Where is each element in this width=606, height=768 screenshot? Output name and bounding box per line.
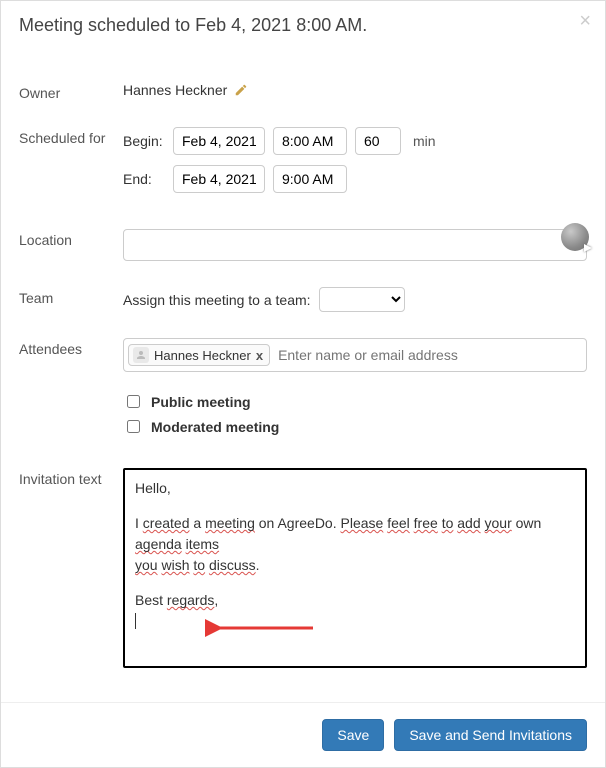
end-label: End:	[123, 171, 165, 187]
attendees-label: Attendees	[19, 338, 123, 357]
end-time-input[interactable]	[273, 165, 347, 193]
close-icon[interactable]: ×	[579, 11, 591, 31]
attendees-field[interactable]: Hannes Heckner x	[123, 338, 587, 372]
invitation-label: Invitation text	[19, 468, 123, 487]
location-input[interactable]	[123, 229, 587, 261]
moderated-meeting-checkbox[interactable]	[127, 420, 140, 433]
invitation-row: Invitation text Hello, I created a meeti…	[19, 468, 587, 668]
dialog-header: Meeting scheduled to Feb 4, 2021 8:00 AM…	[1, 1, 605, 56]
begin-time-input[interactable]	[273, 127, 347, 155]
edit-owner-icon[interactable]	[233, 82, 249, 98]
meeting-dialog: Meeting scheduled to Feb 4, 2021 8:00 AM…	[0, 0, 606, 768]
public-meeting-option[interactable]: Public meeting	[123, 392, 587, 411]
dialog-body: Owner Hannes Heckner Scheduled for Begin…	[1, 56, 605, 702]
dialog-footer: Save Save and Send Invitations	[1, 702, 605, 767]
attendee-chip-name: Hannes Heckner	[154, 348, 251, 363]
owner-row: Owner Hannes Heckner	[19, 82, 587, 101]
invitation-textarea[interactable]: Hello, I created a meeting on AgreeDo. P…	[123, 468, 587, 668]
owner-name: Hannes Heckner	[123, 82, 227, 98]
scheduled-label: Scheduled for	[19, 127, 123, 146]
save-send-button[interactable]: Save and Send Invitations	[394, 719, 587, 751]
text-caret	[135, 613, 136, 629]
moderated-meeting-label: Moderated meeting	[151, 419, 279, 435]
owner-label: Owner	[19, 82, 123, 101]
team-select[interactable]	[319, 287, 405, 312]
remove-attendee-icon[interactable]: x	[256, 348, 263, 363]
attendee-input[interactable]	[274, 343, 582, 367]
duration-input[interactable]	[355, 127, 401, 155]
end-date-input[interactable]	[173, 165, 265, 193]
person-icon	[133, 347, 149, 363]
public-meeting-label: Public meeting	[151, 394, 251, 410]
min-label: min	[413, 133, 436, 149]
options-row: Public meeting Moderated meeting	[19, 392, 587, 442]
location-label: Location	[19, 229, 123, 248]
begin-label: Begin:	[123, 133, 165, 149]
attendees-row: Attendees Hannes Heckner x	[19, 338, 587, 372]
team-label: Team	[19, 287, 123, 306]
begin-date-input[interactable]	[173, 127, 265, 155]
public-meeting-checkbox[interactable]	[127, 395, 140, 408]
save-button[interactable]: Save	[322, 719, 384, 751]
location-row: Location	[19, 229, 587, 261]
team-assign-text: Assign this meeting to a team:	[123, 292, 311, 308]
team-row: Team Assign this meeting to a team:	[19, 287, 587, 312]
scheduled-row: Scheduled for Begin: min End:	[19, 127, 587, 203]
dialog-title: Meeting scheduled to Feb 4, 2021 8:00 AM…	[19, 15, 367, 35]
attendee-chip: Hannes Heckner x	[128, 344, 270, 366]
moderated-meeting-option[interactable]: Moderated meeting	[123, 417, 587, 436]
globe-icon[interactable]	[561, 223, 589, 251]
